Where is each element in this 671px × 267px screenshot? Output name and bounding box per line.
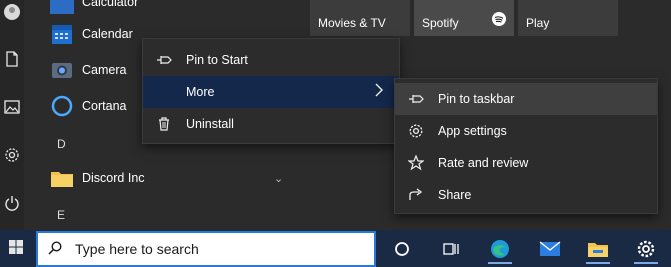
settings-taskbar-icon[interactable] — [630, 234, 662, 264]
menu-label: Pin to Start — [186, 53, 248, 67]
star-icon — [408, 155, 424, 171]
left-rail — [0, 0, 24, 230]
documents-icon[interactable] — [3, 50, 21, 68]
tile-movies-tv[interactable]: Movies & TV — [310, 0, 410, 36]
menu-label: Share — [438, 188, 472, 202]
active-indicator — [634, 262, 658, 264]
user-avatar-icon[interactable] — [4, 4, 20, 20]
app-label: Camera — [82, 63, 127, 77]
section-letter-d[interactable]: D — [57, 137, 66, 151]
pin-icon — [156, 52, 172, 68]
tile-spotify[interactable]: Spotify — [414, 0, 514, 36]
menu-label: App settings — [438, 124, 507, 138]
spotify-icon — [492, 12, 506, 26]
menu-label: Uninstall — [186, 117, 234, 131]
share-icon — [408, 187, 424, 203]
chevron-right-icon — [375, 83, 383, 100]
menu-item-more[interactable]: More — [143, 76, 399, 108]
windows-start-icon[interactable] — [0, 232, 32, 262]
tile-label: Movies & TV — [318, 16, 386, 30]
calendar-icon — [50, 22, 74, 46]
menu-label: Pin to taskbar — [438, 92, 515, 106]
menu-item-rate-and-review[interactable]: Rate and review — [395, 147, 657, 179]
active-indicator — [488, 262, 512, 264]
task-view-icon[interactable] — [435, 234, 467, 264]
search-box[interactable]: Type here to search — [36, 231, 376, 267]
search-placeholder: Type here to search — [75, 241, 199, 257]
cortana-icon — [50, 94, 74, 118]
power-icon[interactable] — [3, 194, 21, 212]
trash-icon — [156, 116, 172, 132]
menu-item-pin-to-taskbar[interactable]: Pin to taskbar — [395, 83, 657, 115]
menu-item-share[interactable]: Share — [395, 179, 657, 211]
calculator-icon — [50, 0, 74, 14]
app-label: Calculator — [82, 0, 139, 9]
pin-icon — [408, 91, 424, 107]
section-letter-e[interactable]: E — [57, 208, 65, 222]
menu-item-pin-to-start[interactable]: Pin to Start — [143, 44, 399, 76]
tile-label: Spotify — [422, 16, 459, 30]
app-label: Discord Inc — [82, 171, 145, 185]
pictures-icon[interactable] — [3, 98, 21, 116]
active-indicator — [586, 262, 610, 264]
menu-item-app-settings[interactable]: App settings — [395, 115, 657, 147]
file-explorer-icon[interactable] — [582, 234, 614, 264]
tile-play[interactable]: Play — [518, 0, 618, 36]
chevron-down-icon[interactable]: ⌄ — [274, 172, 283, 185]
camera-icon — [50, 58, 74, 82]
context-menu: Pin to Start More Uninstall — [142, 38, 400, 144]
settings-gear-icon[interactable] — [3, 146, 21, 164]
gear-icon — [408, 123, 424, 139]
list-item-discord[interactable]: Discord Inc ⌄ — [24, 162, 310, 194]
app-label: Cortana — [82, 99, 127, 113]
cortana-taskbar-icon[interactable] — [386, 234, 418, 264]
menu-label: Rate and review — [438, 156, 529, 170]
tile-label: Play — [526, 16, 550, 30]
edge-browser-icon[interactable] — [484, 234, 516, 264]
menu-item-uninstall[interactable]: Uninstall — [143, 108, 399, 140]
mail-icon[interactable] — [534, 234, 566, 264]
app-label: Calendar — [82, 27, 133, 41]
search-icon — [48, 241, 62, 255]
menu-label: More — [186, 85, 215, 99]
list-item-calculator[interactable]: Calculator — [24, 0, 310, 18]
folder-icon — [50, 166, 74, 190]
submenu: Pin to taskbar App settings Rate and rev… — [394, 78, 658, 214]
